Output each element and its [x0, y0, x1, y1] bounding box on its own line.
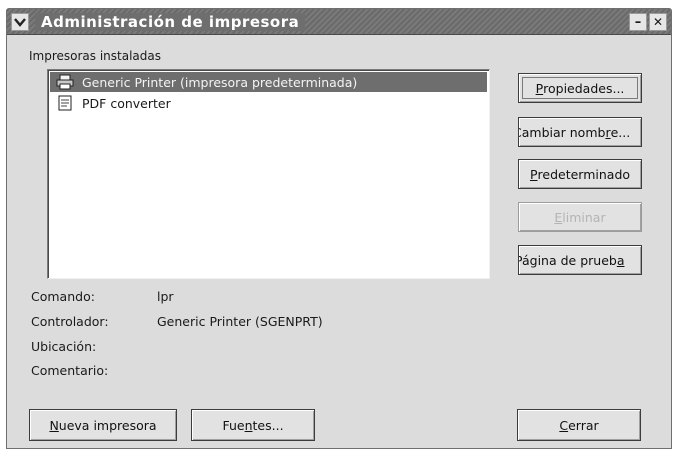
delete-label: liminar — [562, 209, 606, 225]
fonts-label-start: Fue — [222, 417, 245, 433]
command-label: Comando: — [31, 289, 95, 304]
close-mnemonic: C — [559, 417, 569, 433]
close-button[interactable]: Cerrar — [517, 409, 641, 441]
delete-button[interactable]: Eliminar — [518, 202, 642, 232]
minimize-icon: – — [634, 14, 642, 30]
installed-printers-label: Impresoras instaladas — [29, 49, 162, 63]
printer-name: PDF converter — [82, 95, 171, 111]
close-window-button[interactable]: ✕ — [649, 13, 667, 31]
close-label: errar — [568, 417, 599, 433]
default-mnemonic: P — [529, 166, 538, 182]
rename-label-end: e... — [610, 124, 631, 140]
printer-list[interactable]: Generic Printer (impresora predeterminad… — [47, 69, 490, 279]
list-item[interactable]: Generic Printer (impresora predeterminad… — [50, 72, 487, 92]
printer-name: Generic Printer (impresora predeterminad… — [82, 74, 358, 90]
title-bar[interactable]: Administración de impresora – ✕ — [7, 9, 671, 35]
command-value: lpr — [157, 289, 174, 304]
rename-button[interactable]: Cambiar nomb r e... — [518, 117, 642, 147]
test-page-mnemonic: a — [616, 252, 625, 268]
pdf-document-icon — [58, 95, 72, 111]
location-label: Ubicación: — [31, 339, 97, 354]
printer-icon — [56, 74, 74, 90]
test-page-label-start: Página de prueb — [518, 252, 617, 268]
default-label: redeterminado — [537, 166, 631, 182]
new-printer-button[interactable]: Nueva impresora — [29, 409, 177, 441]
printer-admin-window: Administración de impresora – ✕ Impresor… — [6, 8, 672, 449]
properties-label: ropiedades... — [543, 80, 625, 96]
new-printer-mnemonic: N — [49, 417, 59, 433]
set-default-button[interactable]: Predeterminado — [518, 159, 642, 189]
driver-value: Generic Printer (SGENPRT) — [157, 314, 323, 329]
properties-mnemonic: P — [535, 80, 544, 96]
delete-mnemonic: E — [554, 209, 563, 225]
close-icon: ✕ — [652, 15, 664, 29]
rename-label-start: Cambiar nomb — [518, 124, 606, 140]
comment-label: Comentario: — [31, 363, 109, 378]
fonts-button[interactable]: Fue n tes... — [191, 409, 315, 441]
window-title: Administración de impresora — [35, 13, 306, 31]
minimize-button[interactable]: – — [629, 13, 647, 31]
test-page-button[interactable]: Página de prueb a — [518, 245, 642, 275]
window-menu-button[interactable] — [11, 13, 29, 31]
fonts-label-end: tes... — [252, 417, 284, 433]
list-item[interactable]: PDF converter — [50, 93, 487, 113]
properties-button[interactable]: Propiedades... — [518, 73, 642, 103]
fonts-mnemonic: n — [244, 417, 253, 433]
chevron-down-icon — [14, 18, 26, 27]
driver-label: Controlador: — [31, 314, 109, 329]
new-printer-label: ueva impresora — [58, 417, 157, 433]
